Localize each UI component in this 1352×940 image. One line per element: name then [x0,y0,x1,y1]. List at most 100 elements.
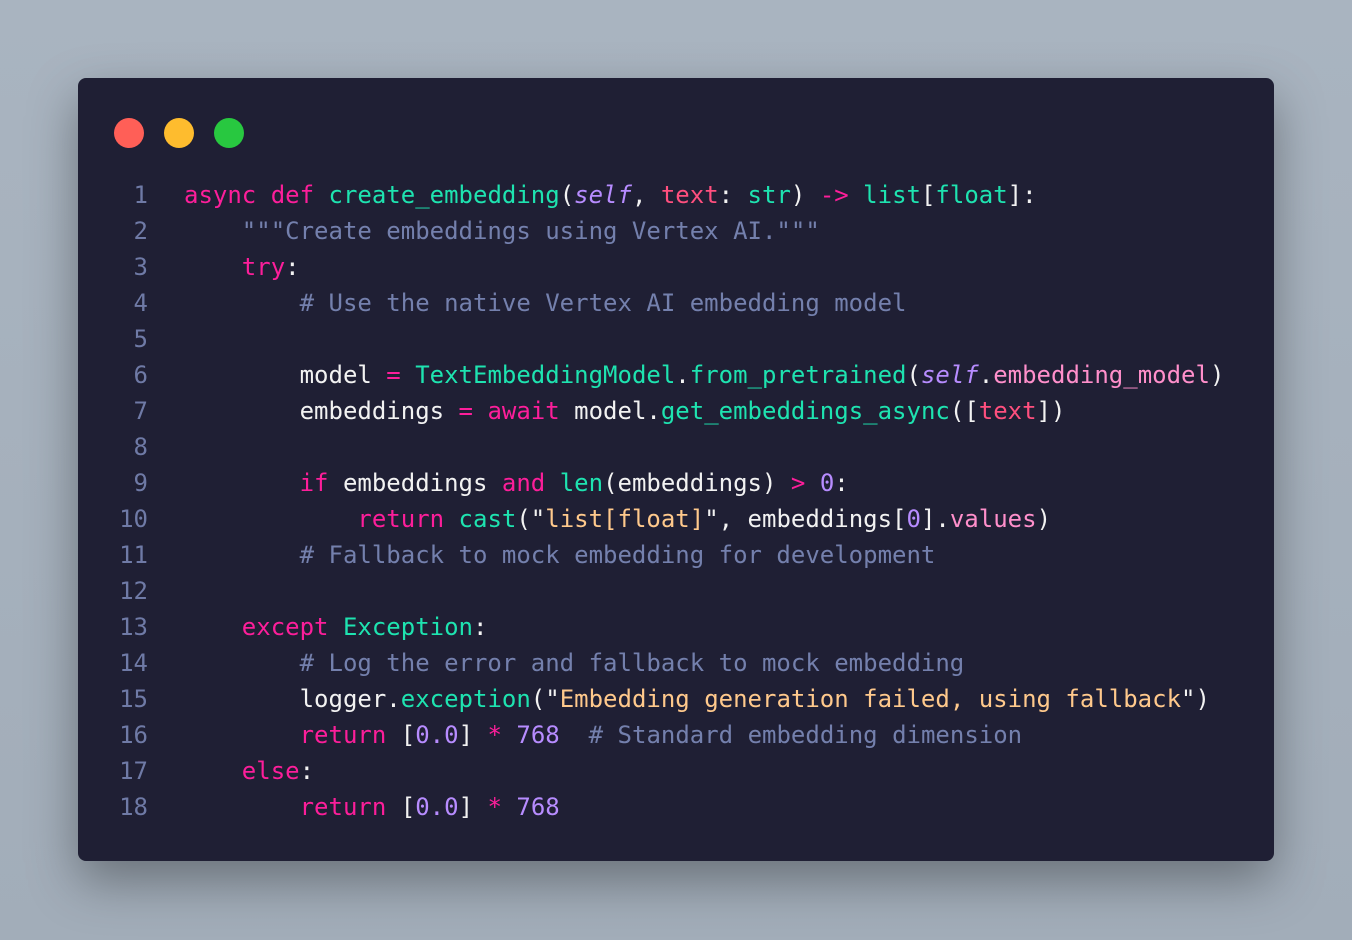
line-content: # Fallback to mock embedding for develop… [184,537,936,573]
code-line: 11 # Fallback to mock embedding for deve… [78,537,1224,573]
code-token: exception [400,685,531,713]
line-number: 14 [119,649,148,677]
code-line: 8 [78,429,1224,465]
line-number: 3 [133,253,148,281]
code-line: 3 try: [78,249,1224,285]
line-content: # Log the error and fallback to mock emb… [184,645,965,681]
code-token: values [949,505,1037,533]
code-token: """Create embeddings using Vertex AI.""" [241,217,820,245]
maximize-button[interactable] [214,118,244,148]
minimize-button[interactable] [164,118,194,148]
code-token: create_embedding [328,181,560,209]
code-token: cast [458,505,517,533]
line-number: 16 [119,721,148,749]
code-token: ) [1036,505,1052,533]
code-token: try [241,253,286,281]
code-token: list [863,181,921,209]
code-token: [ [386,793,416,821]
line-number: 10 [119,505,148,533]
code-token: ) [790,181,820,209]
code-line: 15 logger.exception("Embedding generatio… [78,681,1224,717]
line-content: return cast("list[float]", embeddings[0]… [184,501,1051,537]
code-token: . [978,361,994,389]
code-token: self [920,361,979,389]
code-token: else [241,757,300,785]
code-token: : [299,757,315,785]
code-token: except [241,613,329,641]
code-token: model. [559,397,661,425]
code-line: 10 return cast("list[float]", embeddings… [78,501,1224,537]
code-token: model [184,361,387,389]
code-token: TextEmbeddingModel [415,361,676,389]
code-token: ]: [1007,181,1037,209]
line-number: 2 [133,217,148,245]
code-token: (" [530,685,560,713]
line-content: return [0.0] * 768 [184,789,560,825]
code-token: from_pretrained [689,361,907,389]
code-line: 5 [78,321,1224,357]
code-token: list[float] [545,505,705,533]
code-token: = [458,397,473,425]
line-content: try: [184,249,300,285]
code-token: float [935,181,1008,209]
code-token: -> [819,181,849,209]
code-token: # Use the native Vertex AI embedding mod… [299,289,907,317]
code-token: return [299,721,387,749]
code-token: 768 [516,793,560,821]
code-line: 9 if embeddings and len(embeddings) > 0: [78,465,1224,501]
code-token: : [473,613,488,641]
line-number: 15 [119,685,148,713]
code-line: 13 except Exception: [78,609,1224,645]
line-number: 11 [119,541,148,569]
line-content: except Exception: [184,609,488,645]
code-token: # Fallback to mock embedding for develop… [299,541,936,569]
line-content: """Create embeddings using Vertex AI.""" [184,213,820,249]
code-token: (" [516,505,546,533]
code-token: [ [386,721,416,749]
code-token: # Standard embedding dimension [588,721,1023,749]
close-button[interactable] [114,118,144,148]
code-line: 12 [78,573,1224,609]
code-token: . [675,361,690,389]
code-token: [ [920,181,936,209]
code-token: : [285,253,300,281]
code-token: embedding_model [993,361,1210,389]
code-line: 2 """Create embeddings using Vertex AI."… [78,213,1224,249]
code-token: ( [559,181,575,209]
code-token: (embeddings) [603,469,791,497]
code-token: and [501,469,546,497]
code-token: embeddings [184,397,459,425]
line-number: 13 [119,613,148,641]
code-token: ( [906,361,921,389]
code-token: return [357,505,445,533]
code-line: 1 async def create_embedding(self, text: … [78,177,1224,213]
code-token: await [487,397,560,425]
code-token: * [487,721,502,749]
line-number: 1 [133,181,148,209]
code-token: text [660,181,719,209]
line-number: 17 [119,757,148,785]
code-token: 0 [819,469,835,497]
code-token: str [747,181,791,209]
code-token: Exception [342,613,473,641]
code-token: ]) [1036,397,1066,425]
line-content: embeddings = await model.get_embeddings_… [184,393,1066,429]
code-token: , [631,181,661,209]
code-line: 4 # Use the native Vertex AI embedding m… [78,285,1224,321]
code-token: 768 [516,721,560,749]
code-token: * [487,793,502,821]
code-block: 1 async def create_embedding(self, text: … [78,177,1224,825]
code-token: : [718,181,748,209]
code-token: ([ [949,397,979,425]
